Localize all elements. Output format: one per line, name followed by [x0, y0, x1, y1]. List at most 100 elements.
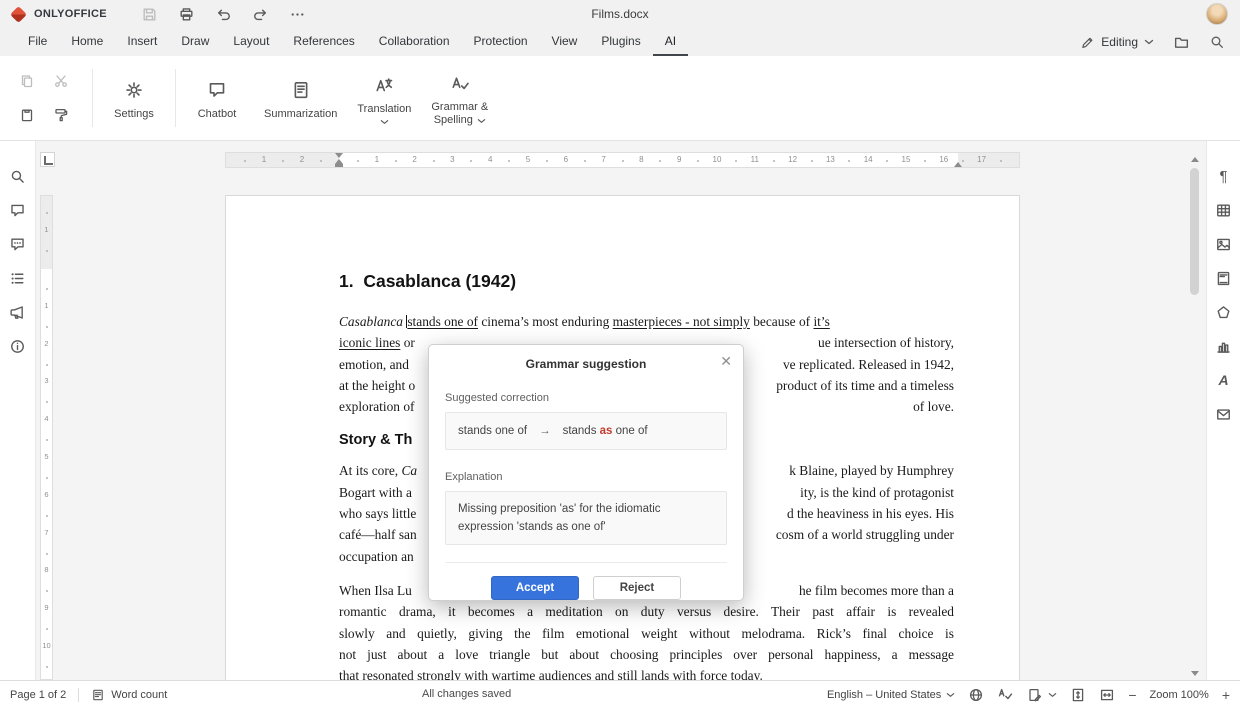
format-painter-button[interactable]	[52, 106, 70, 124]
paste-button[interactable]	[18, 106, 36, 124]
grammar-spelling-button[interactable]: Grammar & Spelling	[421, 65, 498, 131]
save-button[interactable]	[141, 5, 159, 23]
ruler-dot	[773, 160, 775, 162]
cut-button[interactable]	[52, 72, 70, 90]
page-indicator[interactable]: Page 1 of 2	[10, 689, 66, 701]
scroll-down-button[interactable]	[1187, 666, 1203, 680]
ruler-dot	[848, 160, 850, 162]
ruler-dot	[282, 160, 284, 162]
about-button[interactable]	[9, 337, 27, 355]
status-bar: Page 1 of 2 Word count All changes saved…	[0, 680, 1240, 708]
ruler-number: 3	[41, 376, 52, 385]
track-changes-display-button[interactable]	[1027, 687, 1057, 703]
ribbon-tab-bar: File Home Insert Draw Layout References …	[0, 28, 1240, 56]
right-indent-marker[interactable]	[954, 162, 962, 167]
text-art-settings-button[interactable]: A	[1215, 371, 1233, 389]
ruler-number: 14	[864, 154, 873, 166]
paragraph-settings-button[interactable]: ¶	[1215, 167, 1233, 185]
scrollbar-thumb[interactable]	[1190, 168, 1199, 295]
ruler-dot	[46, 477, 48, 479]
ruler-number: 1	[262, 154, 266, 166]
reject-button[interactable]: Reject	[593, 576, 681, 600]
ruler-number: 8	[639, 154, 643, 166]
h-ruler[interactable]: 121234567891011121314151617	[225, 152, 1020, 168]
open-file-location-button[interactable]	[1172, 33, 1190, 51]
ai-settings-button[interactable]: Settings	[97, 72, 171, 125]
v-ruler-marks: 112345678910	[41, 196, 52, 679]
ruler-number: 11	[751, 154, 759, 166]
navigation-button[interactable]	[9, 269, 27, 287]
feedback-button[interactable]	[9, 303, 27, 321]
language-selector[interactable]: English – United States	[827, 689, 955, 701]
set-language-button[interactable]	[968, 687, 984, 703]
ruler-number: 9	[677, 154, 681, 166]
user-avatar[interactable]	[1206, 3, 1228, 25]
zoom-level[interactable]: Zoom 100%	[1150, 689, 1209, 701]
save-status: All changes saved	[422, 681, 511, 708]
spell-check-button[interactable]	[997, 686, 1014, 703]
tab-draw[interactable]: Draw	[169, 28, 221, 56]
h-ruler-marks: 121234567891011121314151617	[226, 153, 1019, 167]
clipboard-group	[0, 72, 88, 124]
close-icon[interactable]: ✕	[720, 353, 732, 369]
print-button[interactable]	[178, 5, 196, 23]
find-button[interactable]	[9, 167, 27, 185]
ruler-dot	[46, 553, 48, 555]
tab-home[interactable]: Home	[59, 28, 115, 56]
vertical-scrollbar[interactable]	[1187, 152, 1203, 680]
status-divider	[78, 688, 79, 702]
v-ruler[interactable]: 112345678910	[40, 195, 53, 680]
mail-merge-button[interactable]	[1215, 405, 1233, 423]
tab-collaboration[interactable]: Collaboration	[367, 28, 462, 56]
ruler-dot	[46, 666, 48, 668]
tab-file[interactable]: File	[16, 28, 59, 56]
grammar-suggestion-dialog: Grammar suggestion ✕ Suggested correctio…	[428, 344, 744, 601]
tab-protection[interactable]: Protection	[462, 28, 540, 56]
ruler-number: 2	[41, 339, 52, 348]
globe-icon	[968, 687, 984, 703]
chatbot-button[interactable]: Chatbot	[180, 72, 254, 125]
zoom-in-button[interactable]: +	[1222, 688, 1230, 702]
search-button[interactable]	[1208, 33, 1226, 51]
ruler-number: 5	[41, 452, 52, 461]
more-actions-button[interactable]	[289, 5, 307, 23]
tab-ai[interactable]: AI	[653, 28, 688, 56]
comments-button[interactable]	[9, 201, 27, 219]
editing-mode-button[interactable]: Editing	[1080, 35, 1154, 50]
fit-page-button[interactable]	[1070, 687, 1086, 703]
chevron-down-icon	[477, 118, 486, 124]
doc-heading-casablanca: 1. Casablanca (1942)	[339, 271, 954, 292]
fit-width-button[interactable]	[1099, 687, 1115, 703]
ruler-number: 2	[300, 154, 304, 166]
ruler-dot	[584, 160, 586, 162]
arrow-right-icon: →	[539, 425, 551, 437]
chart-settings-button[interactable]	[1215, 337, 1233, 355]
app-name: ONLYOFFICE	[34, 8, 107, 20]
word-count-button[interactable]: Word count	[91, 688, 167, 702]
scroll-up-button[interactable]	[1187, 152, 1203, 166]
tab-insert[interactable]: Insert	[115, 28, 169, 56]
image-settings-button[interactable]	[1215, 235, 1233, 253]
ruler-number: 2	[412, 154, 416, 166]
copy-button[interactable]	[18, 72, 36, 90]
tab-plugins[interactable]: Plugins	[589, 28, 652, 56]
ruler-dot	[622, 160, 624, 162]
undo-button[interactable]	[215, 5, 233, 23]
header-footer-settings-button[interactable]	[1215, 269, 1233, 287]
left-indent-box-marker[interactable]	[335, 164, 343, 167]
onlyoffice-window: ONLYOFFICE Films.docx File Home Insert D…	[0, 0, 1240, 708]
tab-layout[interactable]: Layout	[221, 28, 281, 56]
translation-button[interactable]: Translation	[347, 67, 421, 129]
tab-stop-selector[interactable]	[40, 152, 55, 167]
chevron-down-icon	[946, 692, 955, 698]
first-line-indent-marker[interactable]	[335, 153, 343, 158]
redo-button[interactable]	[252, 5, 270, 23]
tab-references[interactable]: References	[281, 28, 366, 56]
summarization-button[interactable]: Summarization	[254, 72, 347, 125]
zoom-out-button[interactable]: −	[1128, 688, 1136, 702]
shape-settings-button[interactable]	[1215, 303, 1233, 321]
accept-button[interactable]: Accept	[491, 576, 579, 600]
table-settings-button[interactable]	[1215, 201, 1233, 219]
chat-button[interactable]	[9, 235, 27, 253]
tab-view[interactable]: View	[540, 28, 590, 56]
